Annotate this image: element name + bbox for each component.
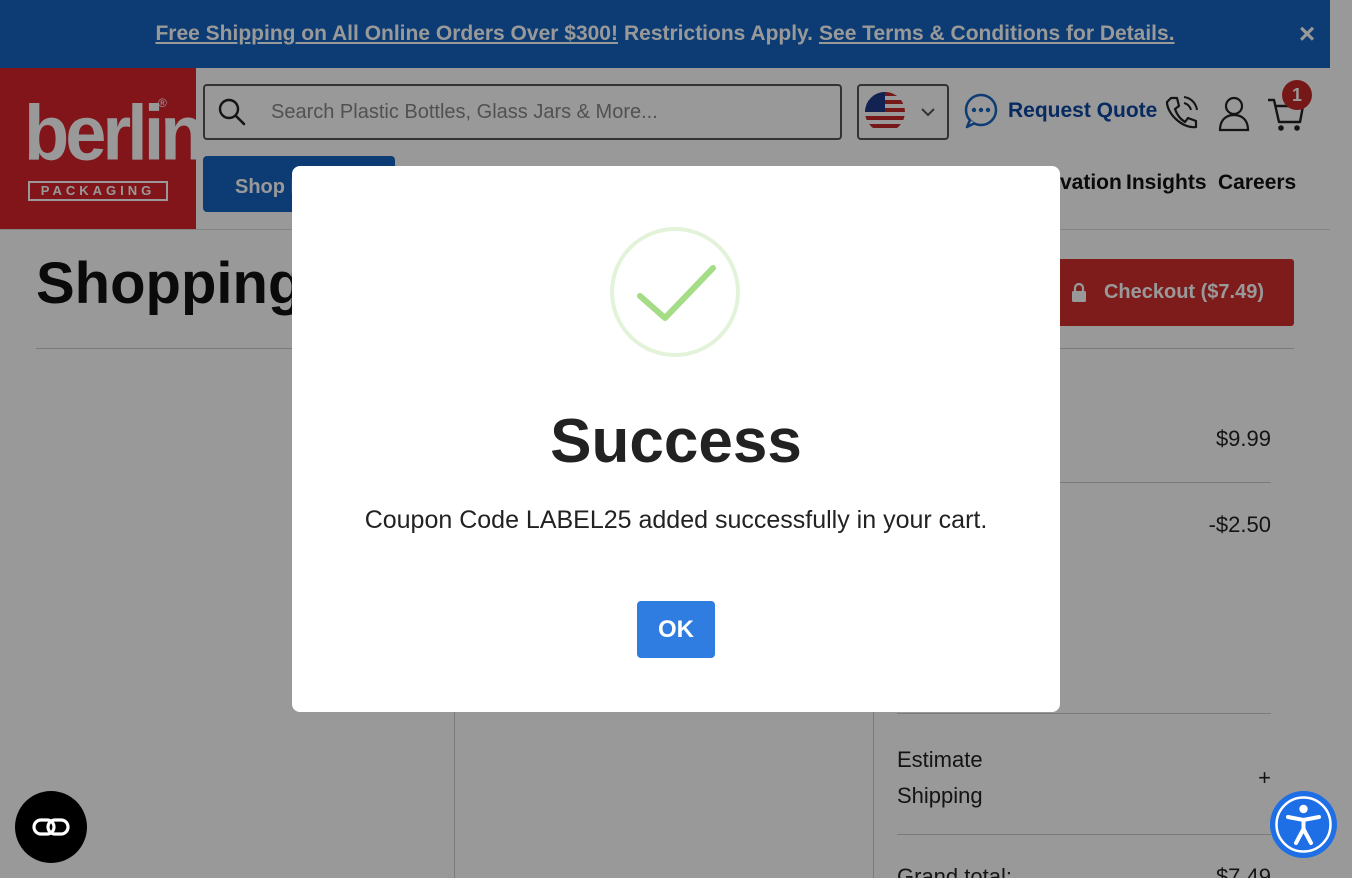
dialog-message: Coupon Code LABEL25 added successfully i… [364, 506, 988, 534]
success-dialog: Success Coupon Code LABEL25 added succes… [292, 166, 1060, 712]
success-check-icon [610, 227, 740, 357]
chat-widget-button[interactable] [15, 791, 87, 863]
accessibility-icon [1275, 796, 1332, 853]
dialog-title: Success [550, 407, 802, 476]
link-icon [32, 818, 70, 836]
accessibility-button[interactable] [1270, 791, 1337, 858]
ok-button[interactable]: OK [637, 601, 715, 658]
